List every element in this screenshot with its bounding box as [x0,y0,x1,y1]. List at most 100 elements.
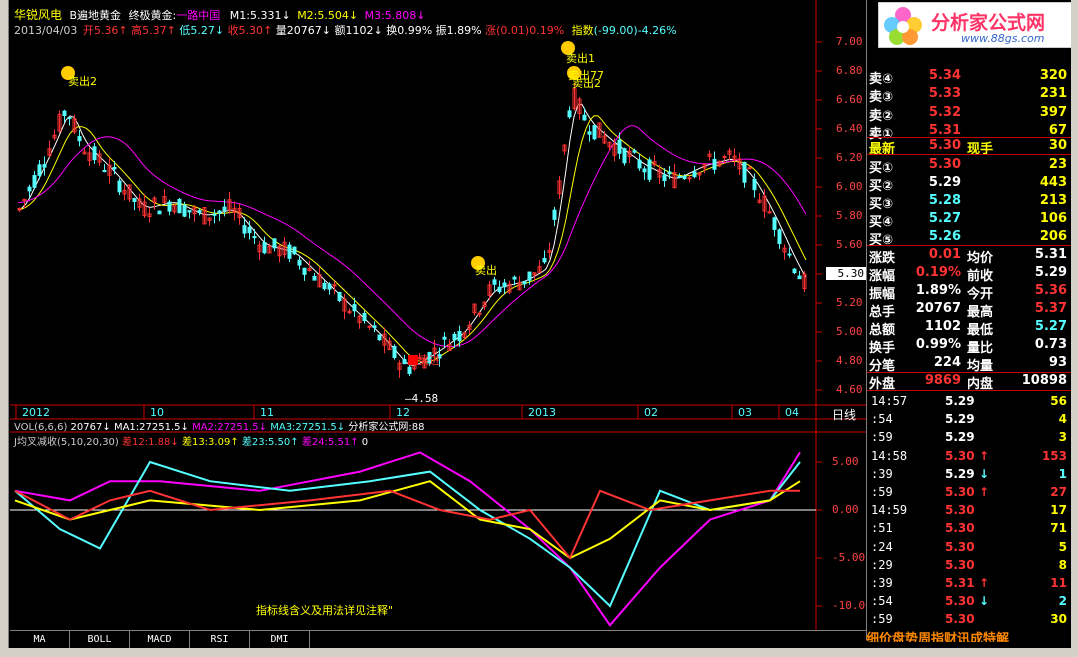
index-label: 指数 [571,24,594,37]
info-ticker[interactable]: 细价盘势周指财讯成特解 [866,628,1072,642]
date-tick-label: 2013 [528,406,556,419]
candle-body [492,279,497,285]
candle-body [582,114,587,121]
indicator-sub-label: 终极黄金: [128,9,177,22]
indicator-tick-label: -5.00 [832,551,866,564]
price-tick-label: 5.60 [836,238,863,251]
tick-price: 5.30 [945,612,975,627]
date-tick-label: 12 [396,406,410,419]
indicator-tick-label: 0.00 [832,503,859,516]
tick-volume: 11 [1050,576,1067,590]
bid-volume: 213 [1039,193,1067,208]
candle-body [302,267,307,275]
tick-arrow: ↑ [979,576,990,590]
stat-value2: 93 [1048,355,1067,370]
price-tick-label: 6.60 [836,93,863,106]
quote-high: 高5.37↑ [131,24,176,37]
quote-change: (0.01)0.19% [496,24,565,37]
candle-body [687,177,692,180]
candle-body [187,210,192,213]
tab-boll[interactable]: BOLL [70,631,130,648]
tab-rsi[interactable]: RSI [190,631,250,648]
ask-label: 卖③ [869,90,894,105]
ask-row: 卖② 5.32 397 [867,104,1073,124]
tab-dmi[interactable]: DMI [250,631,310,648]
tab-ma[interactable]: MA [10,631,70,648]
stat-value2: 5.29 [1034,265,1067,280]
candle-body [712,158,717,170]
tick-arrow: ↑ [979,485,990,499]
candle-body [132,198,137,202]
ask-label: 卖④ [869,71,894,87]
kline-chart-canvas[interactable] [10,0,866,630]
stat-value: 20767 [915,301,961,316]
ask-price: 5.32 [928,104,961,120]
stat-value2: 0.73 [1034,337,1067,352]
stat-value: 0.01 [928,247,961,262]
tick-volume: 17 [1050,503,1067,518]
tick-arrow: ↓ [979,594,990,609]
price-tick-label: 6.40 [836,122,863,135]
window-bottom-frame [0,648,1078,657]
quote-open: 开5.36↑ [82,24,128,37]
ask-row: 卖④ 5.34 320 [867,67,1073,87]
candle-body [692,171,697,178]
tick-price: 5.30 [945,485,975,499]
tick-volume: 2 [1058,594,1067,609]
candle-body [392,345,397,358]
tick-volume: 30 [1050,612,1067,627]
tick-price: 5.29 [945,466,975,481]
chart-area[interactable]: 华锐风电 B遍地黄金 终极黄金:一路中国 M1:5.331↓ M2:5.504↓… [10,0,872,630]
stat-row: 换手 0.99% 量比 0.73 [867,336,1073,356]
bid-row: 买① 5.30 23 [867,156,1073,176]
window-left-frame [0,0,9,657]
candle-body [442,336,447,340]
bid-price: 5.27 [928,211,961,226]
stat-row: 涨跌 0.01 均价 5.31 [867,246,1073,266]
ask-volume: 67 [1048,123,1067,138]
stat-value2: 5.36 [1034,283,1067,298]
tick-time: :59 [871,430,893,445]
day-line-label[interactable]: 日线 [832,409,856,422]
tick-volume: 71 [1050,521,1067,536]
indicator-line-1 [14,460,801,608]
signal-buy: 买进 [418,354,440,367]
price-tick-label: 4.80 [836,354,863,367]
ask-label: 卖② [869,108,894,124]
candle-body [452,333,457,341]
price-tick-label: 5.80 [836,209,863,222]
quote-close: 收5.30↑ [227,24,273,37]
candle-body [252,235,257,239]
candle-body [642,168,647,173]
quote-separator [867,245,1073,246]
tab-macd[interactable]: MACD [130,631,190,648]
indicator-tick-label: 5.00 [832,455,859,468]
indicator-header: J均叉减收(5,10,20,30) 差12:1.88↓ 差13:3.09↑ 差2… [14,437,369,448]
ma-m1: M1:5.331↓ [229,9,291,22]
price-tick-label: 6.20 [836,151,863,164]
candle-body [262,242,267,254]
indicator-tabs: MA BOLL MACD RSI DMI [10,630,866,648]
candle-body [92,146,97,161]
stat-value: 224 [933,355,961,370]
candle-body [402,359,407,365]
tick-price: 5.29 [945,430,975,445]
tick-volume: 5 [1058,539,1067,554]
bid-price: 5.30 [928,157,961,172]
tick-row: :39 5.31 ↑ 11 [867,575,1073,593]
candle-body [552,209,557,220]
quote-amount: 额1102↓ [334,24,383,37]
inner-value: 10898 [1021,373,1067,388]
date-tick-label: 02 [644,406,658,419]
tick-row: 14:57 5.29 56 [867,393,1073,411]
tick-row: :59 5.29 3 [867,429,1073,447]
candle-body [367,325,372,328]
candle-body [632,150,637,153]
candle-body [677,176,682,179]
candle-body [322,282,327,290]
tick-time: 14:59 [871,503,908,518]
stat-value2: 5.31 [1034,247,1067,262]
tick-price: 5.30 [945,557,975,572]
volume-header: VOL(6,6,6) 20767↓ MA1:27251.5↓ MA2:27251… [14,422,425,433]
bid-volume: 443 [1039,175,1067,190]
